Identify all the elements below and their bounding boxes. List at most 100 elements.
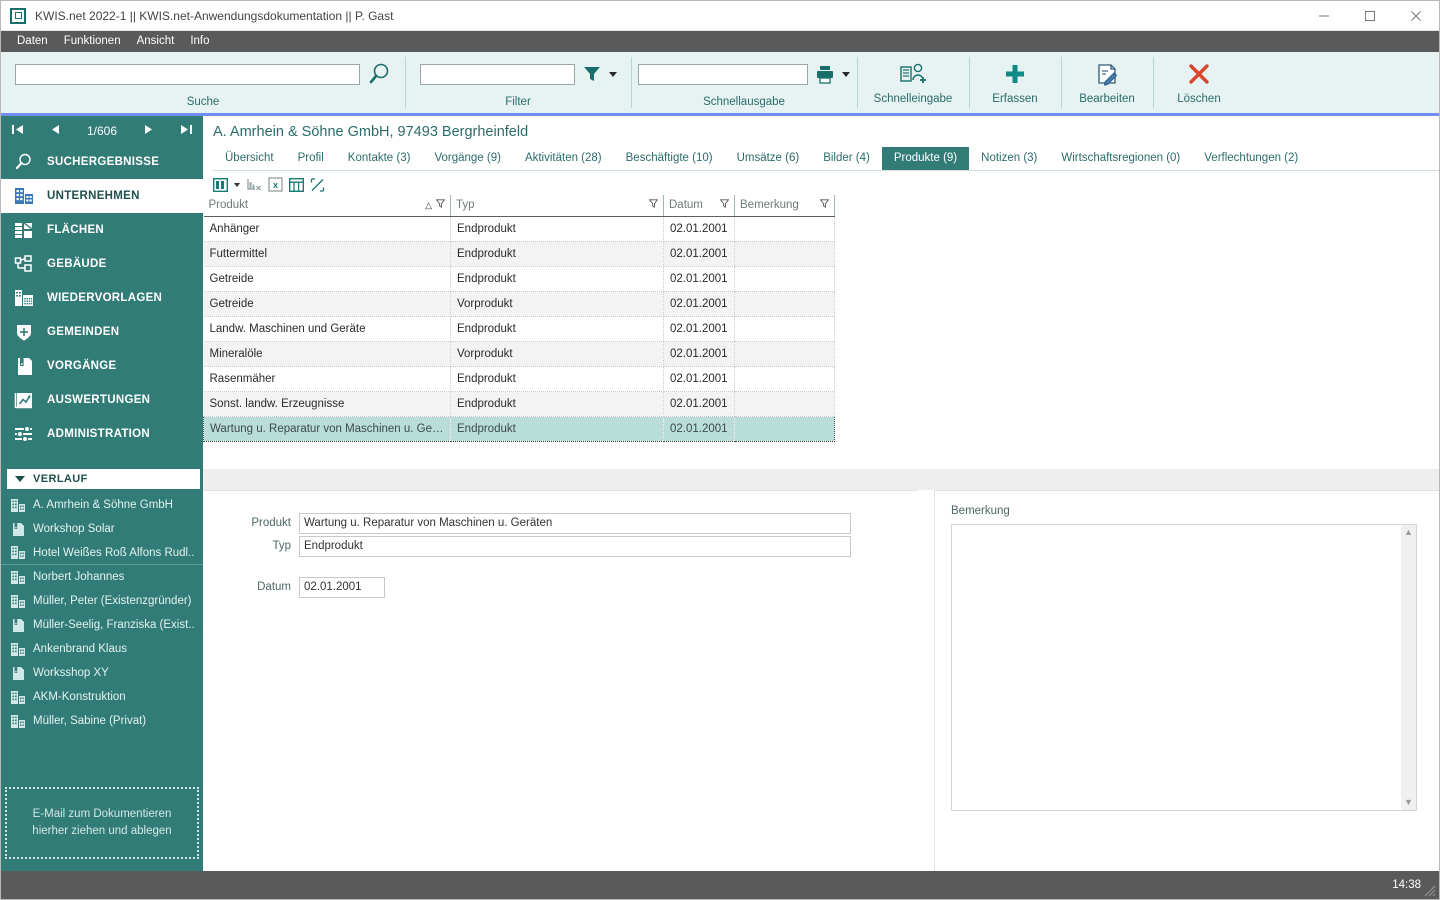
close-button[interactable] (1393, 1, 1439, 31)
splitter-bar[interactable] (203, 467, 1439, 490)
sidebar-item-wiedervorlagen[interactable]: WIEDERVORLAGEN (1, 281, 203, 315)
sidebar-item-suchergebnisse[interactable]: SUCHERGEBNISSE (1, 145, 203, 179)
list-item[interactable]: Workshop Solar (1, 517, 203, 541)
tab-notizen[interactable]: Notizen (3) (969, 147, 1049, 170)
sidebar-item-vorgaenge[interactable]: VORGÄNGE (1, 349, 203, 383)
button-bearbeiten[interactable]: Bearbeiten (1061, 52, 1153, 113)
tab-vorgaenge[interactable]: Vorgänge (9) (422, 147, 513, 170)
pager-first-button[interactable] (11, 123, 24, 138)
column-header-bemerkung[interactable]: Bemerkung (734, 195, 835, 217)
tab-verflechtungen[interactable]: Verflechtungen (2) (1192, 147, 1310, 170)
minimize-button[interactable] (1301, 1, 1347, 31)
menu-item-funktionen[interactable]: Funktionen (56, 31, 129, 52)
tab-aktivitaeten[interactable]: Aktivitäten (28) (513, 147, 614, 170)
filter-icon[interactable] (819, 199, 830, 211)
menu-item-info[interactable]: Info (182, 31, 217, 52)
table-row-selected[interactable]: Wartung u. Reparatur von Maschinen u. Ge… (203, 415, 835, 442)
cell-datum: 02.01.2001 (663, 391, 735, 417)
form-row-produkt: Produkt Wartung u. Reparatur von Maschin… (203, 512, 918, 534)
datum-field[interactable]: 02.01.2001 (299, 576, 385, 598)
sort-ascending-icon[interactable]: △ (425, 200, 432, 211)
table-row[interactable]: Anhänger Endprodukt 02.01.2001 (203, 216, 835, 242)
search-input[interactable] (14, 63, 360, 85)
list-item[interactable]: Müller, Sabine (Privat) (1, 709, 203, 733)
menu-item-ansicht[interactable]: Ansicht (129, 31, 183, 52)
resize-grip-icon[interactable] (1422, 883, 1436, 897)
sidebar-item-auswertungen[interactable]: AUSWERTUNGEN (1, 383, 203, 417)
bemerkung-textarea[interactable] (952, 525, 1401, 810)
filter-icon[interactable] (435, 199, 446, 211)
column-header-produkt[interactable]: Produkt △ (203, 195, 451, 217)
verlauf-header[interactable]: VERLAUF (7, 469, 200, 489)
page-title: A. Amrhein & Söhne GmbH, 97493 Bergrhein… (213, 124, 529, 140)
list-item[interactable]: Müller-Seelig, Franziska (Exist.. (1, 613, 203, 637)
sidebar-item-gemeinden[interactable]: GEMEINDEN (1, 315, 203, 349)
button-erfassen[interactable]: Erfassen (969, 52, 1061, 113)
filter-icon[interactable] (719, 199, 730, 211)
filter-dropdown-caret-icon[interactable] (608, 71, 617, 77)
table-row[interactable]: Getreide Endprodukt 02.01.2001 (203, 266, 835, 292)
tab-profil[interactable]: Profil (286, 147, 336, 170)
table-row[interactable]: Mineralöle Vorprodukt 02.01.2001 (203, 341, 835, 367)
button-loeschen[interactable]: Löschen (1153, 52, 1245, 113)
menu-item-daten[interactable]: Daten (9, 31, 56, 52)
excel-export-icon[interactable]: x (268, 176, 283, 194)
tab-produkte[interactable]: Produkte (9) (881, 147, 970, 170)
scroll-up-icon[interactable]: ▲ (1404, 527, 1413, 537)
columns-icon[interactable] (213, 176, 228, 194)
cell-datum: 02.01.2001 (663, 241, 735, 267)
form-row-datum: Datum 02.01.2001 (203, 576, 918, 598)
list-item[interactable]: Müller, Peter (Existenzgründer) (1, 589, 203, 613)
produkt-field[interactable]: Wartung u. Reparatur von Maschinen u. Ge… (299, 512, 851, 534)
pager-last-button[interactable] (180, 123, 193, 138)
print-dropdown-caret-icon[interactable] (842, 71, 850, 77)
maximize-button[interactable] (1347, 1, 1393, 31)
pager-next-button[interactable] (142, 123, 155, 138)
tab-kontakte[interactable]: Kontakte (3) (336, 147, 423, 170)
table-layout-icon[interactable] (289, 176, 304, 194)
table-row[interactable]: Futtermittel Endprodukt 02.01.2001 (203, 241, 835, 267)
main-header: A. Amrhein & Söhne GmbH, 97493 Bergrhein… (203, 116, 1439, 171)
verlauf-list: A. Amrhein & Söhne GmbH Workshop Solar H… (1, 489, 203, 733)
sidebar-item-unternehmen[interactable]: UNTERNEHMEN (1, 179, 203, 213)
list-item[interactable]: Ankenbrand Klaus (1, 637, 203, 661)
table-row[interactable]: Landw. Maschinen und Geräte Endprodukt 0… (203, 316, 835, 342)
bemerkung-scrollbar[interactable]: ▲ ▼ (1401, 524, 1416, 810)
sidebar-item-flaechen[interactable]: FLÄCHEN (1, 213, 203, 247)
clear-sort-icon[interactable] (246, 176, 262, 194)
filter-icon[interactable] (648, 199, 659, 211)
chevron-down-icon[interactable] (234, 182, 240, 187)
column-header-typ[interactable]: Typ (450, 195, 664, 217)
table-row[interactable]: Rasenmäher Endprodukt 02.01.2001 (203, 366, 835, 392)
column-header-datum[interactable]: Datum (663, 195, 735, 217)
email-dropzone[interactable]: E-Mail zum Dokumentieren hierher ziehen … (5, 787, 199, 859)
list-item[interactable]: Worksshop XY (1, 661, 203, 685)
expand-icon[interactable] (310, 176, 325, 194)
tab-umsaetze[interactable]: Umsätze (6) (725, 147, 812, 170)
record-pager: 1/606 (1, 116, 203, 145)
list-item[interactable]: AKM-Konstruktion (1, 685, 203, 709)
table-row[interactable]: Sonst. landw. Erzeugnisse Endprodukt 02.… (203, 391, 835, 417)
tab-uebersicht[interactable]: Übersicht (213, 147, 286, 170)
button-schnelleingabe[interactable]: Schnelleingabe (857, 52, 969, 113)
magnifier-icon[interactable] (366, 59, 392, 89)
pager-prev-button[interactable] (49, 123, 62, 138)
chart-icon (13, 390, 35, 410)
funnel-icon[interactable] (581, 59, 603, 89)
sidebar-item-administration[interactable]: ADMINISTRATION (1, 417, 203, 451)
table-row[interactable]: Getreide Vorprodukt 02.01.2001 (203, 291, 835, 317)
tab-bilder[interactable]: Bilder (4) (811, 147, 882, 170)
cell-datum: 02.01.2001 (663, 316, 735, 342)
typ-field[interactable]: Endprodukt (299, 535, 851, 557)
filter-input[interactable] (419, 63, 575, 85)
list-item[interactable]: Norbert Johannes (1, 565, 203, 589)
tab-wirtschaftsregionen[interactable]: Wirtschaftsregionen (0) (1049, 147, 1192, 170)
list-item[interactable]: A. Amrhein & Söhne GmbH (1, 493, 203, 517)
cell-produkt: Anhänger (203, 216, 451, 242)
quick-output-input[interactable] (638, 63, 808, 85)
sidebar-item-gebaeude[interactable]: GEBÄUDE (1, 247, 203, 281)
tab-beschaeftigte[interactable]: Beschäftigte (10) (614, 147, 725, 170)
printer-icon[interactable] (814, 59, 836, 89)
list-item[interactable]: Hotel Weißes Roß Alfons Rudl.. (1, 541, 203, 565)
scroll-down-icon[interactable]: ▼ (1404, 797, 1413, 807)
